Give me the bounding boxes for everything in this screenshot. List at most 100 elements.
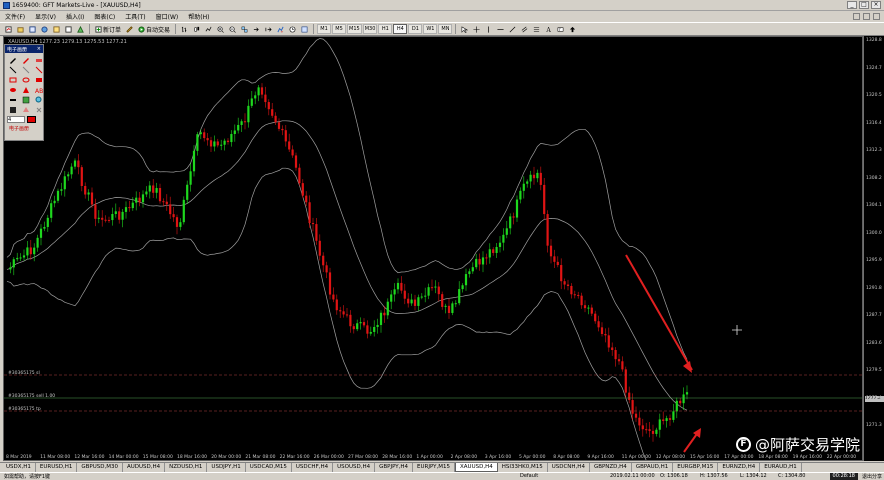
child-restore-button[interactable] <box>863 13 870 20</box>
drawing-panel-close[interactable]: × <box>37 46 43 52</box>
text-icon[interactable]: AB <box>33 85 44 94</box>
ellipse-filled-icon[interactable] <box>7 85 18 94</box>
color-swatch[interactable] <box>27 116 36 123</box>
rectangle-outline-icon[interactable] <box>7 75 18 84</box>
timeframe-m30[interactable]: M30 <box>362 24 378 34</box>
autoscroll-icon[interactable] <box>263 24 274 34</box>
new-chart-icon[interactable] <box>3 24 14 34</box>
chart-tab[interactable]: NZDUSD,H1 <box>165 463 208 472</box>
candle-body <box>271 109 274 116</box>
pen-red-icon[interactable] <box>20 55 31 64</box>
chart-shift-icon[interactable] <box>251 24 262 34</box>
crosshair-icon[interactable] <box>471 24 482 34</box>
drawing-panel[interactable]: 电子画册 × AB 4 电子画册 <box>4 44 44 141</box>
line-width-select[interactable]: 4 <box>7 116 25 123</box>
fibonacci-icon[interactable] <box>531 24 542 34</box>
menu-view[interactable]: 显示(V) <box>30 12 61 21</box>
close-button[interactable]: × <box>871 1 881 9</box>
chart-tab[interactable]: EURNZD,H4 <box>718 463 761 472</box>
magnifier-icon[interactable] <box>33 95 44 104</box>
profiles-icon[interactable] <box>15 24 26 34</box>
ellipse-outline-icon[interactable] <box>20 75 31 84</box>
candlestick-icon[interactable] <box>191 24 202 34</box>
chart-tab[interactable]: EURAUD,H1 <box>760 463 802 472</box>
new-order-button[interactable]: 新订单 <box>93 24 123 34</box>
maximize-button[interactable]: □ <box>859 1 869 9</box>
image-icon[interactable] <box>20 95 31 104</box>
zoom-out-icon[interactable] <box>227 24 238 34</box>
timeframe-m1[interactable]: M1 <box>317 24 332 34</box>
save-icon[interactable] <box>7 105 18 114</box>
timeframe-h4[interactable]: H4 <box>393 24 408 34</box>
menu-chart[interactable]: 图表(C) <box>89 12 120 21</box>
menu-file[interactable]: 文件(F) <box>0 12 30 21</box>
chart-tab[interactable]: GBPNZD,H4 <box>590 463 632 472</box>
chart-tab[interactable]: GBPJPY,H4 <box>375 463 414 472</box>
periods-icon[interactable] <box>287 24 298 34</box>
line-chart-icon[interactable] <box>203 24 214 34</box>
candle-body <box>410 299 413 304</box>
timeframe-m15[interactable]: M15 <box>347 24 362 34</box>
chart-tab[interactable]: USDCHF,H4 <box>292 463 334 472</box>
shape-icon[interactable] <box>20 85 31 94</box>
tester-icon[interactable] <box>75 24 86 34</box>
stamp-icon[interactable] <box>20 105 31 114</box>
text-tool-icon[interactable]: A <box>543 24 554 34</box>
chart-tab[interactable]: HSI33HK0,M15 <box>498 463 548 472</box>
navigator-icon[interactable] <box>51 24 62 34</box>
candle-body <box>420 296 423 298</box>
timeframe-h1[interactable]: H1 <box>378 24 393 34</box>
clear-icon[interactable] <box>33 105 44 114</box>
watermark: F @阿萨交易学院 <box>736 434 860 455</box>
chart-tab[interactable]: USDJPY,H1 <box>207 463 246 472</box>
bar-chart-icon[interactable] <box>179 24 190 34</box>
line-tool-icon[interactable] <box>7 65 18 74</box>
indicators-icon[interactable]: + <box>275 24 286 34</box>
arrows-icon[interactable] <box>567 24 578 34</box>
cursor-icon[interactable] <box>459 24 470 34</box>
pencil-icon[interactable] <box>7 55 18 64</box>
minimize-button[interactable]: _ <box>847 1 857 9</box>
chart-tab[interactable]: USOUSD,H4 <box>333 463 376 472</box>
menu-insert[interactable]: 插入(I) <box>61 12 89 21</box>
auto-trading-button[interactable]: 自动交易 <box>136 24 172 34</box>
menu-window[interactable]: 窗口(W) <box>151 12 184 21</box>
chart-tab[interactable]: EURGBP,M15 <box>673 463 719 472</box>
arrow-tool-icon[interactable] <box>33 65 44 74</box>
tile-windows-icon[interactable] <box>239 24 250 34</box>
menu-tools[interactable]: 工具(T) <box>120 12 150 21</box>
timeframe-mn[interactable]: MN <box>438 24 453 34</box>
diagonal-line-icon[interactable] <box>20 65 31 74</box>
horizontal-line-icon[interactable] <box>495 24 506 34</box>
child-minimize-button[interactable] <box>853 13 860 20</box>
chart-tab[interactable]: EURJPY,M15 <box>413 463 456 472</box>
zoom-in-icon[interactable] <box>215 24 226 34</box>
chart-tab[interactable]: USDCNH,H4 <box>548 463 590 472</box>
chart-tab[interactable]: AUDUSD,H4 <box>123 463 166 472</box>
timeframe-d1[interactable]: D1 <box>408 24 423 34</box>
trendline-icon[interactable] <box>507 24 518 34</box>
chart-canvas[interactable] <box>4 37 863 461</box>
meta-editor-icon[interactable] <box>124 24 135 34</box>
data-window-icon[interactable] <box>39 24 50 34</box>
rectangle-filled-icon[interactable] <box>33 75 44 84</box>
chart-tab[interactable]: XAUUSD,H4 <box>455 463 498 472</box>
highlighter-icon[interactable] <box>7 95 18 104</box>
chart-tab[interactable]: GBPUSD,M30 <box>77 463 123 472</box>
chart-tab[interactable]: GBPAUD,H1 <box>632 463 674 472</box>
timeframe-w1[interactable]: W1 <box>423 24 438 34</box>
chart-tab[interactable]: EURUSD,H1 <box>36 463 78 472</box>
chart-tab[interactable]: USDCAD,M15 <box>246 463 292 472</box>
price-chart[interactable]: XAUUSD,H4 1277.23 1279.13 1275.53 1277.2… <box>3 36 863 461</box>
templates-icon[interactable] <box>299 24 310 34</box>
eraser-icon[interactable] <box>33 55 44 64</box>
market-watch-icon[interactable] <box>27 24 38 34</box>
vertical-line-icon[interactable] <box>483 24 494 34</box>
terminal-icon[interactable] <box>63 24 74 34</box>
chart-tab[interactable]: USDX,H1 <box>2 463 36 472</box>
equidistant-channel-icon[interactable] <box>519 24 530 34</box>
menu-help[interactable]: 帮助(H) <box>183 12 214 21</box>
text-label-icon[interactable]: T <box>555 24 566 34</box>
child-close-button[interactable] <box>873 13 880 20</box>
timeframe-m5[interactable]: M5 <box>332 24 347 34</box>
